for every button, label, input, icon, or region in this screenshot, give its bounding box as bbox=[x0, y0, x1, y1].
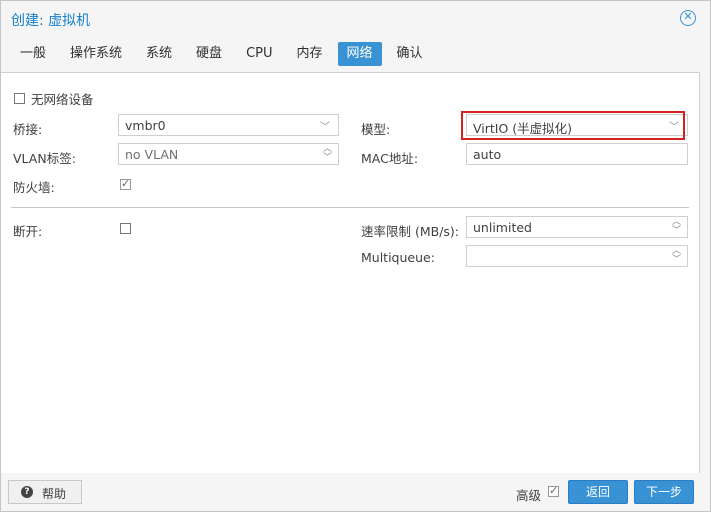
bridge-select[interactable]: vmbr0 ﹀ bbox=[118, 114, 339, 136]
rate-limit-value: unlimited bbox=[473, 220, 532, 235]
bridge-value: vmbr0 bbox=[125, 118, 166, 133]
model-label: 模型: bbox=[361, 122, 391, 137]
wizard-tabs: 一般 操作系统 系统 硬盘 CPU 内存 网络 确认 bbox=[11, 42, 438, 66]
spinner-icon[interactable]: ︿ ﹀ bbox=[672, 218, 681, 236]
tab-network[interactable]: 网络 bbox=[337, 42, 382, 66]
vlan-label: VLAN标签: bbox=[13, 151, 76, 166]
multiqueue-label: Multiqueue: bbox=[361, 250, 435, 265]
spinner-icon[interactable]: ︿ ﹀ bbox=[672, 247, 681, 265]
disconnect-checkbox[interactable] bbox=[120, 223, 131, 234]
disconnect-label: 断开: bbox=[13, 224, 43, 239]
rate-limit-field[interactable]: unlimited ︿ ﹀ bbox=[466, 216, 688, 238]
rate-limit-label: 速率限制 (MB/s): bbox=[361, 224, 460, 239]
tab-system[interactable]: 系统 bbox=[137, 42, 181, 66]
vlan-field[interactable]: no VLAN ︿ ﹀ bbox=[118, 143, 339, 165]
close-icon[interactable]: ✕ bbox=[680, 10, 696, 26]
vlan-value: no VLAN bbox=[125, 147, 179, 162]
spinner-icon[interactable]: ︿ ﹀ bbox=[323, 145, 332, 163]
tab-disk[interactable]: 硬盘 bbox=[187, 42, 231, 66]
multiqueue-field[interactable]: ︿ ﹀ bbox=[466, 245, 688, 267]
dialog-footer: ? 帮助 高级 返回 下一步 bbox=[1, 473, 710, 511]
dialog-titlebar[interactable]: 创建: 虚拟机 ✕ bbox=[1, 1, 710, 37]
help-icon: ? bbox=[21, 486, 33, 498]
no-network-checkbox[interactable] bbox=[14, 93, 25, 104]
advanced-checkbox[interactable] bbox=[548, 484, 559, 497]
tab-memory[interactable]: 内存 bbox=[288, 42, 332, 66]
mac-value: auto bbox=[473, 147, 502, 162]
advanced-separator bbox=[11, 207, 689, 208]
no-network-label: 无网络设备 bbox=[31, 92, 94, 107]
help-button-label: 帮助 bbox=[42, 487, 67, 501]
help-button[interactable]: ? 帮助 bbox=[8, 480, 82, 504]
tab-confirm[interactable]: 确认 bbox=[388, 42, 432, 66]
tab-os[interactable]: 操作系统 bbox=[61, 42, 131, 66]
mac-label: MAC地址: bbox=[361, 151, 419, 166]
create-vm-dialog: 创建: 虚拟机 ✕ 一般 操作系统 系统 硬盘 CPU 内存 网络 确认 无网络… bbox=[0, 0, 711, 512]
firewall-label: 防火墙: bbox=[13, 180, 55, 195]
firewall-checkbox[interactable] bbox=[120, 177, 131, 190]
mac-field[interactable]: auto bbox=[466, 143, 688, 165]
dialog-title: 创建: 虚拟机 bbox=[11, 13, 91, 29]
bridge-label: 桥接: bbox=[13, 122, 43, 137]
model-highlight-box bbox=[461, 111, 685, 140]
next-button[interactable]: 下一步 bbox=[634, 480, 694, 504]
tab-cpu[interactable]: CPU bbox=[237, 42, 281, 66]
tab-general[interactable]: 一般 bbox=[11, 42, 55, 66]
advanced-label: 高级 bbox=[516, 488, 542, 503]
chevron-down-icon[interactable]: ﹀ bbox=[320, 118, 330, 133]
back-button[interactable]: 返回 bbox=[568, 480, 628, 504]
